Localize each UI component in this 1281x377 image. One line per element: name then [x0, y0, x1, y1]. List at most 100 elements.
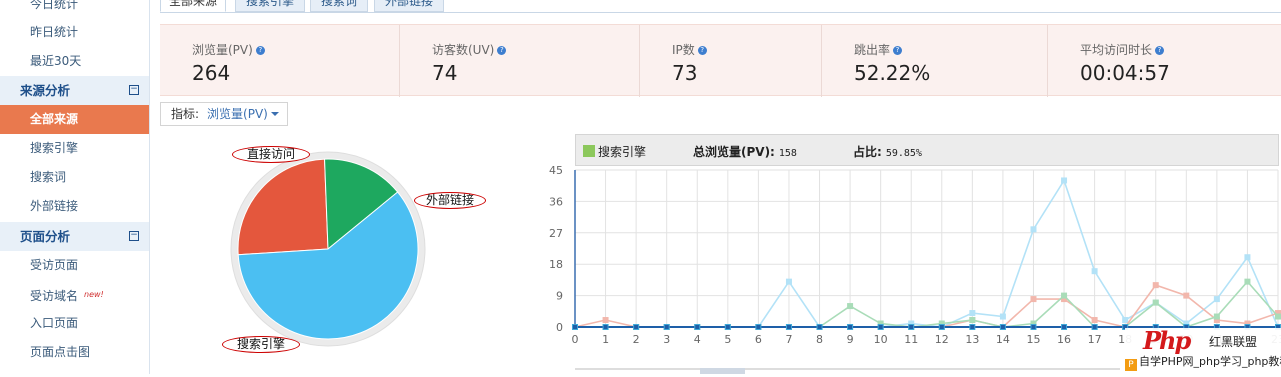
series-point — [1122, 317, 1129, 324]
stat-label: IP数? — [672, 41, 707, 58]
help-icon[interactable]: ? — [255, 46, 265, 55]
series-point — [1244, 254, 1251, 261]
series-point — [1213, 313, 1220, 320]
series-point — [1091, 317, 1098, 324]
stat-ip: IP数? 73 — [640, 25, 822, 97]
total-pv: 总浏览量(PV): 158 — [693, 143, 797, 160]
metric-value[interactable]: 浏览量(PV) — [207, 107, 268, 121]
y-tick-label: 45 — [549, 164, 563, 177]
x-tick-label: 10 — [874, 333, 888, 346]
stat-avg-duration: 平均访问时长? 00:04:57 — [1048, 25, 1281, 97]
plot-area — [575, 170, 1278, 327]
help-icon[interactable]: ? — [1155, 46, 1165, 55]
series-point — [1244, 278, 1251, 285]
series-point — [1275, 313, 1281, 320]
stat-value: 74 — [432, 61, 458, 85]
watermark-brand: 红黑联盟 — [1209, 335, 1258, 349]
stat-label: 跳出率? — [854, 41, 903, 58]
tab-all-sources[interactable]: 全部来源 — [160, 0, 226, 12]
stat-label: 平均访问时长? — [1080, 41, 1165, 58]
scrollbar[interactable] — [575, 368, 1120, 374]
watermark-text: 自学PHP网_php学习_php教程 — [1139, 355, 1281, 368]
sidebar-item-external-links[interactable]: 外部链接 — [0, 192, 149, 221]
stat-label-text: 访客数(UV) — [432, 43, 495, 57]
chevron-down-icon[interactable] — [270, 112, 279, 116]
sidebar-item-all-sources[interactable]: 全部来源 — [0, 105, 149, 134]
metric-selector[interactable]: 指标: 浏览量(PV) — [160, 102, 288, 126]
series-point — [847, 324, 854, 330]
stat-label-text: 平均访问时长 — [1080, 43, 1153, 57]
series-point — [633, 324, 640, 330]
tab-external-links[interactable]: 外部链接 — [374, 0, 444, 12]
collapse-icon[interactable]: − — [129, 231, 139, 241]
series-point — [938, 324, 945, 330]
tab-search-engines[interactable]: 搜索引擎 — [235, 0, 305, 12]
x-tick-label: 12 — [935, 333, 949, 346]
x-tick-label: 5 — [724, 333, 731, 346]
stat-bounce-rate: 跳出率? 52.22% — [822, 25, 1048, 97]
series-point — [572, 324, 578, 330]
new-badge: new! — [84, 290, 104, 299]
series-point — [969, 324, 976, 330]
series-point — [724, 324, 731, 330]
tab-divider — [160, 12, 1281, 13]
y-tick-label: 27 — [549, 227, 563, 240]
sidebar: 今日统计 昨日统计 最近30天 来源分析 − 全部来源 搜索引擎 搜索词 外部链… — [0, 0, 150, 374]
x-tick-label: 8 — [816, 333, 823, 346]
sidebar-item-label: 受访域名 — [30, 289, 79, 303]
pie-label-direct: 直接访问 — [232, 146, 310, 163]
help-icon[interactable]: ? — [697, 46, 707, 55]
help-icon[interactable]: ? — [893, 46, 903, 55]
stat-value: 00:04:57 — [1080, 61, 1170, 85]
series-point — [1091, 324, 1098, 330]
total-pv-label: 总浏览量(PV): — [693, 145, 775, 159]
sidebar-item-yesterday[interactable]: 昨日统计 — [0, 18, 149, 47]
share-label: 占比: — [853, 145, 882, 159]
sidebar-item-visited-pages[interactable]: 受访页面 — [0, 251, 149, 280]
series-point — [1183, 292, 1190, 299]
x-tick-label: 16 — [1057, 333, 1071, 346]
stats-panel: 浏览量(PV)? 264 访客数(UV)? 74 IP数? 73 跳出率? 52… — [160, 24, 1281, 97]
series-point — [1061, 292, 1068, 299]
collapse-icon[interactable]: − — [129, 85, 139, 95]
scrollbar-thumb[interactable] — [700, 368, 745, 374]
stat-value: 52.22% — [854, 61, 931, 85]
series-point — [1152, 282, 1159, 289]
series-point — [1030, 324, 1037, 330]
sidebar-item-entry-pages[interactable]: 入口页面 — [0, 309, 149, 338]
sidebar-item-search-engines[interactable]: 搜索引擎 — [0, 134, 149, 163]
help-icon[interactable]: ? — [497, 46, 507, 55]
sidebar-item-search-terms[interactable]: 搜索词 — [0, 163, 149, 192]
stat-label-text: 跳出率 — [854, 43, 891, 57]
series-point — [1091, 268, 1098, 275]
series-point — [908, 324, 915, 330]
series-point — [755, 324, 762, 330]
sidebar-group-source[interactable]: 来源分析 − — [0, 76, 149, 105]
series-point — [1213, 296, 1220, 303]
series-point — [663, 324, 670, 330]
tab-search-terms[interactable]: 搜索词 — [310, 0, 368, 12]
sidebar-item-click-map[interactable]: 页面点击图 — [0, 338, 149, 367]
x-tick-label: 17 — [1088, 333, 1102, 346]
x-tick-label: 4 — [694, 333, 701, 346]
sidebar-item-last30days[interactable]: 最近30天 — [0, 47, 149, 76]
y-tick-label: 0 — [556, 321, 563, 334]
series-point — [1061, 177, 1068, 184]
y-tick-label: 18 — [549, 258, 563, 271]
y-tick-label: 9 — [556, 290, 563, 303]
stat-label: 访客数(UV)? — [432, 41, 507, 58]
sidebar-group-page[interactable]: 页面分析 − — [0, 222, 149, 251]
x-tick-label: 0 — [572, 333, 579, 346]
x-tick-label: 6 — [755, 333, 762, 346]
x-tick-label: 14 — [996, 333, 1010, 346]
share: 占比: 59.85% — [853, 143, 922, 160]
watermark-logo: Php — [1143, 326, 1191, 355]
stat-label-text: 浏览量(PV) — [192, 43, 253, 57]
stat-uv: 访客数(UV)? 74 — [400, 25, 640, 97]
sidebar-item-visited-domains[interactable]: 受访域名 new! — [0, 280, 149, 309]
series-point — [602, 324, 609, 330]
series-point — [877, 324, 884, 330]
pie-chart-svg — [230, 151, 426, 347]
series-point — [969, 317, 976, 324]
sidebar-item-today[interactable]: 今日统计 — [0, 0, 149, 19]
